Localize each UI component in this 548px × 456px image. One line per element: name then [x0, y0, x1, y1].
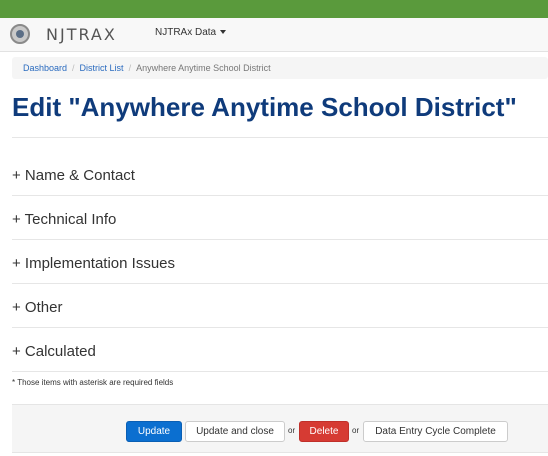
- section-label: + Implementation Issues: [12, 255, 176, 272]
- brand-logo[interactable]: NJTRAX: [46, 25, 117, 44]
- required-fields-note: * Those items with asterisk are required…: [12, 378, 174, 387]
- section-calculated[interactable]: + Calculated: [12, 328, 548, 372]
- breadcrumb-separator: /: [72, 63, 75, 73]
- data-entry-cycle-complete-button[interactable]: Data Entry Cycle Complete: [363, 421, 508, 442]
- section-label: + Calculated: [12, 343, 96, 360]
- section-label: + Name & Contact: [12, 167, 135, 184]
- section-name-contact[interactable]: + Name & Contact: [12, 152, 548, 196]
- or-text: or: [288, 426, 296, 435]
- section-label: + Other: [12, 299, 63, 316]
- njtrax-data-menu[interactable]: NJTRAx Data: [155, 27, 227, 38]
- breadcrumb-current: Anywhere Anytime School District: [136, 63, 271, 73]
- page-title: Edit "Anywhere Anytime School District": [12, 92, 517, 122]
- top-color-bar: [0, 0, 548, 18]
- navbar: NJTRAX NJTRAx Data: [0, 18, 548, 52]
- form-actions: Update Update and close or Delete or Dat…: [12, 404, 548, 453]
- section-other[interactable]: + Other: [12, 284, 548, 328]
- breadcrumb-district-list-link[interactable]: District List: [80, 63, 124, 73]
- update-and-close-button[interactable]: Update and close: [185, 421, 285, 442]
- njtrax-data-menu-label: NJTRAx Data: [155, 27, 217, 38]
- breadcrumb-separator: /: [128, 63, 132, 73]
- state-seal-icon[interactable]: [10, 24, 30, 44]
- section-label: + Technical Info: [12, 211, 117, 228]
- divider: [12, 137, 548, 138]
- section-implementation-issues[interactable]: + Implementation Issues: [12, 240, 548, 284]
- update-button[interactable]: Update: [126, 421, 182, 442]
- section-technical-info[interactable]: + Technical Info: [12, 196, 548, 240]
- breadcrumb-dashboard-link[interactable]: Dashboard: [23, 63, 67, 73]
- delete-button[interactable]: Delete: [299, 421, 349, 442]
- breadcrumb: Dashboard / District List / Anywhere Anytime…: [12, 57, 548, 79]
- or-text: or: [352, 426, 360, 435]
- chevron-down-icon: [220, 30, 227, 35]
